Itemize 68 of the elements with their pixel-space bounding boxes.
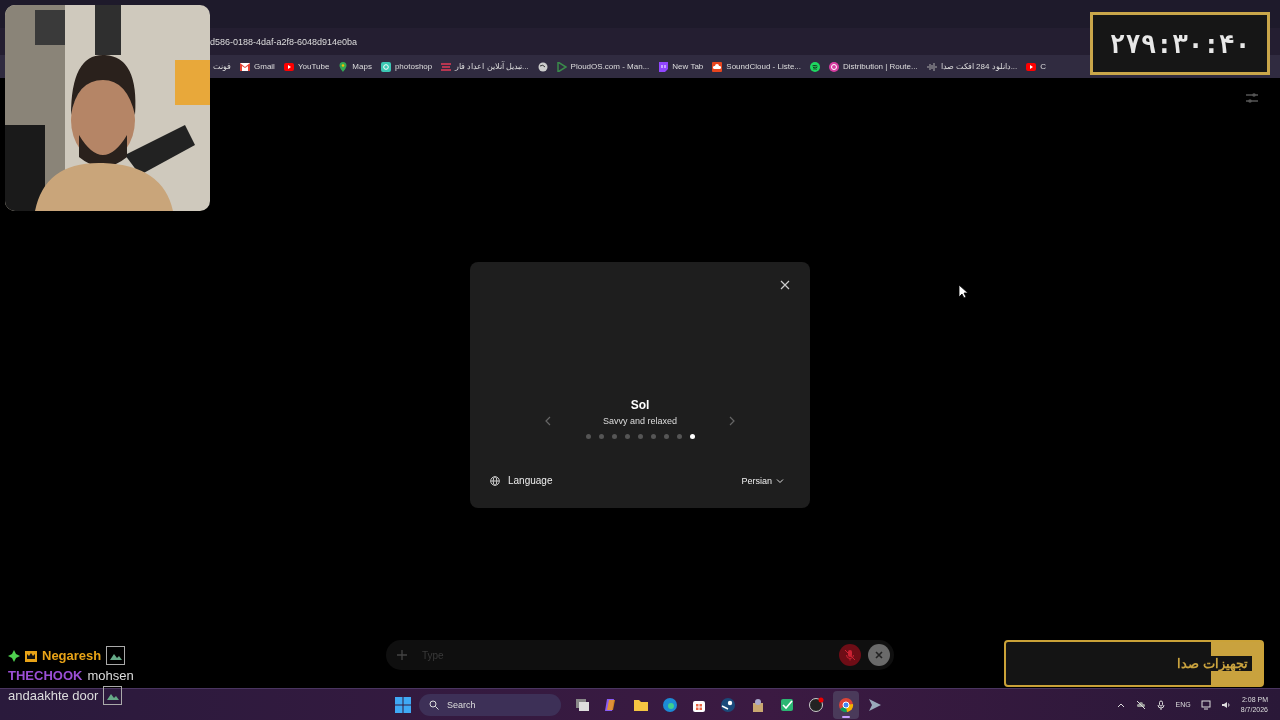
speaker-icon[interactable] bbox=[1220, 699, 1231, 710]
page-dot[interactable] bbox=[676, 434, 682, 439]
mail-icon bbox=[240, 61, 250, 72]
record-icon bbox=[808, 696, 825, 713]
microphone-button[interactable] bbox=[839, 644, 861, 666]
globe-icon[interactable] bbox=[537, 61, 548, 72]
chevron-down-icon bbox=[776, 476, 784, 485]
microphone-off-icon bbox=[844, 649, 856, 661]
bookmark-link[interactable]: PloudOS.com - Man... bbox=[556, 61, 650, 72]
page-dot[interactable] bbox=[598, 434, 604, 439]
music-icon[interactable] bbox=[810, 61, 820, 72]
microphone-icon[interactable] bbox=[1155, 699, 1166, 710]
page-dot[interactable] bbox=[689, 434, 695, 439]
search-field[interactable]: Search bbox=[419, 693, 561, 716]
bookmark-link[interactable]: فونت bbox=[213, 62, 231, 71]
bookmark-link[interactable]: Gmail bbox=[240, 61, 275, 72]
check-icon bbox=[779, 696, 796, 713]
page-dot[interactable] bbox=[663, 434, 669, 439]
play-icon bbox=[556, 61, 567, 72]
chat-username: Negaresh bbox=[42, 648, 102, 663]
bookmark-link[interactable]: New Tab bbox=[658, 61, 704, 72]
countdown-timer: ۲۷۹:۳۰:۴۰ bbox=[1090, 12, 1270, 75]
address-text[interactable]: d586-0188-4daf-a2f8-6048d914e0ba bbox=[210, 36, 358, 47]
cursor-icon bbox=[958, 284, 968, 299]
close-button[interactable] bbox=[778, 278, 792, 292]
language-dropdown[interactable]: Persian bbox=[741, 475, 784, 486]
language-label: Language bbox=[508, 475, 554, 486]
bookmark-link[interactable]: Distribution | Route... bbox=[829, 61, 918, 72]
app-icon bbox=[380, 61, 391, 72]
bookmark-link[interactable]: YouTube bbox=[283, 61, 330, 72]
cloud-off-icon[interactable] bbox=[1135, 699, 1146, 710]
voice-description: Savvy and relaxed bbox=[601, 416, 678, 426]
chat-message: andaakhte door bbox=[8, 688, 99, 703]
network-icon[interactable] bbox=[1200, 699, 1211, 710]
bookmark-link[interactable]: Maps bbox=[338, 61, 372, 72]
bookmark-link[interactable]: C bbox=[1026, 61, 1047, 72]
waveform-icon bbox=[926, 61, 937, 72]
play-icon bbox=[283, 61, 294, 72]
taskbar-app[interactable] bbox=[832, 690, 859, 719]
map-pin-icon bbox=[338, 61, 349, 72]
voice-name: Sol bbox=[630, 398, 650, 412]
broken-image-icon bbox=[103, 686, 123, 705]
close-icon bbox=[873, 649, 885, 661]
play-icon bbox=[1026, 61, 1037, 72]
start-icon[interactable] bbox=[395, 696, 411, 713]
globe-icon bbox=[490, 475, 500, 486]
page-dot[interactable] bbox=[637, 434, 643, 439]
bookmark-link[interactable]: دانلود 284 افکت صدا... bbox=[926, 61, 1018, 72]
chat-username: THECHOOK bbox=[8, 668, 83, 683]
chat-icon bbox=[658, 61, 669, 72]
bookmark-link[interactable]: SoundCloud - Liste... bbox=[712, 61, 801, 72]
page-dot[interactable] bbox=[585, 434, 591, 439]
arrow-icon bbox=[866, 696, 883, 713]
ring-icon bbox=[829, 61, 839, 72]
cloud-icon bbox=[712, 61, 723, 72]
plus-icon bbox=[396, 649, 408, 661]
diamond-icon bbox=[8, 649, 20, 662]
crown-icon bbox=[25, 649, 37, 662]
bookmark-link[interactable]: photoshop bbox=[380, 61, 433, 72]
search-icon bbox=[429, 699, 439, 710]
page-dot[interactable] bbox=[624, 434, 630, 439]
page-dot[interactable] bbox=[650, 434, 656, 439]
broken-image-icon bbox=[106, 646, 126, 665]
bookmark-link[interactable]: تبدیل آنلاین اعداد فار... bbox=[441, 61, 529, 72]
page-dot[interactable] bbox=[611, 434, 617, 439]
sliders-icon[interactable] bbox=[1246, 92, 1258, 104]
chat-message: mohsen bbox=[87, 668, 134, 683]
bars-icon bbox=[441, 61, 452, 72]
